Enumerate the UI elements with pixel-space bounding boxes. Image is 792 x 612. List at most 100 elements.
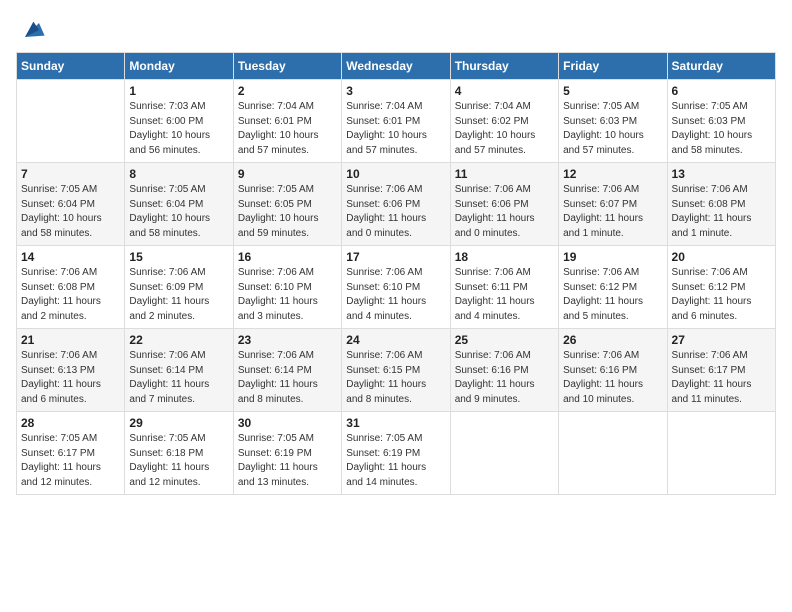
day-info: Sunrise: 7:06 AM Sunset: 6:16 PM Dayligh…	[455, 349, 554, 407]
day-number: 5	[563, 84, 662, 98]
day-info: Sunrise: 7:06 AM Sunset: 6:06 PM Dayligh…	[346, 183, 445, 241]
day-number: 14	[21, 250, 120, 264]
day-info: Sunrise: 7:06 AM Sunset: 6:15 PM Dayligh…	[346, 349, 445, 407]
day-info: Sunrise: 7:05 AM Sunset: 6:19 PM Dayligh…	[238, 432, 337, 490]
calendar-cell: 17Sunrise: 7:06 AM Sunset: 6:10 PM Dayli…	[342, 246, 450, 329]
day-number: 19	[563, 250, 662, 264]
calendar-cell: 1Sunrise: 7:03 AM Sunset: 6:00 PM Daylig…	[125, 80, 233, 163]
weekday-header-tuesday: Tuesday	[233, 53, 341, 80]
calendar-cell: 24Sunrise: 7:06 AM Sunset: 6:15 PM Dayli…	[342, 329, 450, 412]
calendar-cell: 31 Sunrise: 7:05 AM Sunset: 6:19 PM Dayli…	[342, 412, 450, 495]
day-number: 11	[455, 167, 554, 181]
calendar-cell: 27 Sunrise: 7:06 AM Sunset: 6:17 PM Dayli…	[667, 329, 775, 412]
calendar-cell: 2 Sunrise: 7:04 AM Sunset: 6:01 PM Daylig…	[233, 80, 341, 163]
day-number: 9	[238, 167, 337, 181]
day-info: Sunrise: 7:05 AM Sunset: 6:19 PM Dayligh…	[346, 432, 445, 490]
day-info: Sunrise: 7:06 AM Sunset: 6:08 PM Dayligh…	[21, 266, 120, 324]
day-info: Sunrise: 7:06 AM Sunset: 6:11 PM Dayligh…	[455, 266, 554, 324]
day-number: 28	[21, 416, 120, 430]
day-info: Sunrise: 7:06 AM Sunset: 6:17 PM Dayligh…	[672, 349, 771, 407]
calendar-week-row: 14 Sunrise: 7:06 AM Sunset: 6:08 PM Dayli…	[17, 246, 776, 329]
calendar-cell: 13 Sunrise: 7:06 AM Sunset: 6:08 PM Dayli…	[667, 163, 775, 246]
day-number: 21	[21, 333, 120, 347]
day-info: Sunrise: 7:06 AM Sunset: 6:13 PM Dayligh…	[21, 349, 120, 407]
day-info: Sunrise: 7:06 AM Sunset: 6:10 PM Dayligh…	[238, 266, 337, 324]
calendar-cell: 19 Sunrise: 7:06 AM Sunset: 6:12 PM Dayli…	[559, 246, 667, 329]
calendar-cell: 9 Sunrise: 7:05 AM Sunset: 6:05 PM Daylig…	[233, 163, 341, 246]
day-info: Sunrise: 7:06 AM Sunset: 6:07 PM Dayligh…	[563, 183, 662, 241]
calendar-cell: 30 Sunrise: 7:05 AM Sunset: 6:19 PM Dayli…	[233, 412, 341, 495]
day-info: Sunrise: 7:06 AM Sunset: 6:09 PM Dayligh…	[129, 266, 228, 324]
calendar-cell: 12 Sunrise: 7:06 AM Sunset: 6:07 PM Dayli…	[559, 163, 667, 246]
day-info: Sunrise: 7:06 AM Sunset: 6:14 PM Dayligh…	[238, 349, 337, 407]
calendar-cell: 23 Sunrise: 7:06 AM Sunset: 6:14 PM Dayli…	[233, 329, 341, 412]
logo-icon	[18, 16, 46, 44]
weekday-header-wednesday: Wednesday	[342, 53, 450, 80]
day-number: 15	[129, 250, 228, 264]
calendar-cell: 4 Sunrise: 7:04 AM Sunset: 6:02 PM Daylig…	[450, 80, 558, 163]
calendar-cell: 28 Sunrise: 7:05 AM Sunset: 6:17 PM Dayli…	[17, 412, 125, 495]
day-info: Sunrise: 7:06 AM Sunset: 6:12 PM Dayligh…	[672, 266, 771, 324]
day-info: Sunrise: 7:05 AM Sunset: 6:18 PM Dayligh…	[129, 432, 228, 490]
day-number: 16	[238, 250, 337, 264]
calendar-cell: 18 Sunrise: 7:06 AM Sunset: 6:11 PM Dayli…	[450, 246, 558, 329]
day-number: 31	[346, 416, 445, 430]
day-number: 13	[672, 167, 771, 181]
day-info: Sunrise: 7:05 AM Sunset: 6:04 PM Dayligh…	[21, 183, 120, 241]
day-number: 4	[455, 84, 554, 98]
weekday-header-monday: Monday	[125, 53, 233, 80]
day-number: 3	[346, 84, 445, 98]
calendar-cell: 5 Sunrise: 7:05 AM Sunset: 6:03 PM Daylig…	[559, 80, 667, 163]
calendar-cell	[559, 412, 667, 495]
day-info: Sunrise: 7:05 AM Sunset: 6:03 PM Dayligh…	[672, 100, 771, 158]
day-number: 25	[455, 333, 554, 347]
day-info: Sunrise: 7:04 AM Sunset: 6:02 PM Dayligh…	[455, 100, 554, 158]
day-info: Sunrise: 7:05 AM Sunset: 6:03 PM Dayligh…	[563, 100, 662, 158]
calendar-cell	[667, 412, 775, 495]
calendar-cell	[17, 80, 125, 163]
day-number: 20	[672, 250, 771, 264]
calendar-cell: 8Sunrise: 7:05 AM Sunset: 6:04 PM Daylig…	[125, 163, 233, 246]
day-number: 10	[346, 167, 445, 181]
weekday-header-row: SundayMondayTuesdayWednesdayThursdayFrid…	[17, 53, 776, 80]
calendar-week-row: 21 Sunrise: 7:06 AM Sunset: 6:13 PM Dayli…	[17, 329, 776, 412]
calendar-cell: 14 Sunrise: 7:06 AM Sunset: 6:08 PM Dayli…	[17, 246, 125, 329]
day-info: Sunrise: 7:06 AM Sunset: 6:14 PM Dayligh…	[129, 349, 228, 407]
day-info: Sunrise: 7:05 AM Sunset: 6:05 PM Dayligh…	[238, 183, 337, 241]
logo	[16, 16, 46, 44]
calendar-cell: 6Sunrise: 7:05 AM Sunset: 6:03 PM Daylig…	[667, 80, 775, 163]
day-number: 1	[129, 84, 228, 98]
page-header	[16, 16, 776, 44]
calendar-cell: 29 Sunrise: 7:05 AM Sunset: 6:18 PM Dayli…	[125, 412, 233, 495]
day-number: 12	[563, 167, 662, 181]
calendar-cell: 15 Sunrise: 7:06 AM Sunset: 6:09 PM Dayli…	[125, 246, 233, 329]
calendar-cell: 20 Sunrise: 7:06 AM Sunset: 6:12 PM Dayli…	[667, 246, 775, 329]
calendar-cell: 11 Sunrise: 7:06 AM Sunset: 6:06 PM Dayli…	[450, 163, 558, 246]
day-info: Sunrise: 7:05 AM Sunset: 6:17 PM Dayligh…	[21, 432, 120, 490]
weekday-header-saturday: Saturday	[667, 53, 775, 80]
day-number: 2	[238, 84, 337, 98]
calendar-cell: 16 Sunrise: 7:06 AM Sunset: 6:10 PM Dayli…	[233, 246, 341, 329]
day-number: 29	[129, 416, 228, 430]
day-number: 8	[129, 167, 228, 181]
logo-text	[16, 16, 46, 44]
calendar-cell: 21 Sunrise: 7:06 AM Sunset: 6:13 PM Dayli…	[17, 329, 125, 412]
day-info: Sunrise: 7:04 AM Sunset: 6:01 PM Dayligh…	[238, 100, 337, 158]
calendar-cell: 26Sunrise: 7:06 AM Sunset: 6:16 PM Dayli…	[559, 329, 667, 412]
calendar-cell: 25 Sunrise: 7:06 AM Sunset: 6:16 PM Dayli…	[450, 329, 558, 412]
day-number: 27	[672, 333, 771, 347]
day-info: Sunrise: 7:06 AM Sunset: 6:12 PM Dayligh…	[563, 266, 662, 324]
calendar-cell: 3Sunrise: 7:04 AM Sunset: 6:01 PM Daylig…	[342, 80, 450, 163]
day-number: 23	[238, 333, 337, 347]
weekday-header-friday: Friday	[559, 53, 667, 80]
day-number: 18	[455, 250, 554, 264]
calendar-cell: 7Sunrise: 7:05 AM Sunset: 6:04 PM Daylig…	[17, 163, 125, 246]
day-number: 30	[238, 416, 337, 430]
day-number: 22	[129, 333, 228, 347]
calendar-table: SundayMondayTuesdayWednesdayThursdayFrid…	[16, 52, 776, 495]
day-number: 17	[346, 250, 445, 264]
day-info: Sunrise: 7:06 AM Sunset: 6:06 PM Dayligh…	[455, 183, 554, 241]
day-info: Sunrise: 7:06 AM Sunset: 6:08 PM Dayligh…	[672, 183, 771, 241]
day-info: Sunrise: 7:06 AM Sunset: 6:16 PM Dayligh…	[563, 349, 662, 407]
calendar-cell	[450, 412, 558, 495]
